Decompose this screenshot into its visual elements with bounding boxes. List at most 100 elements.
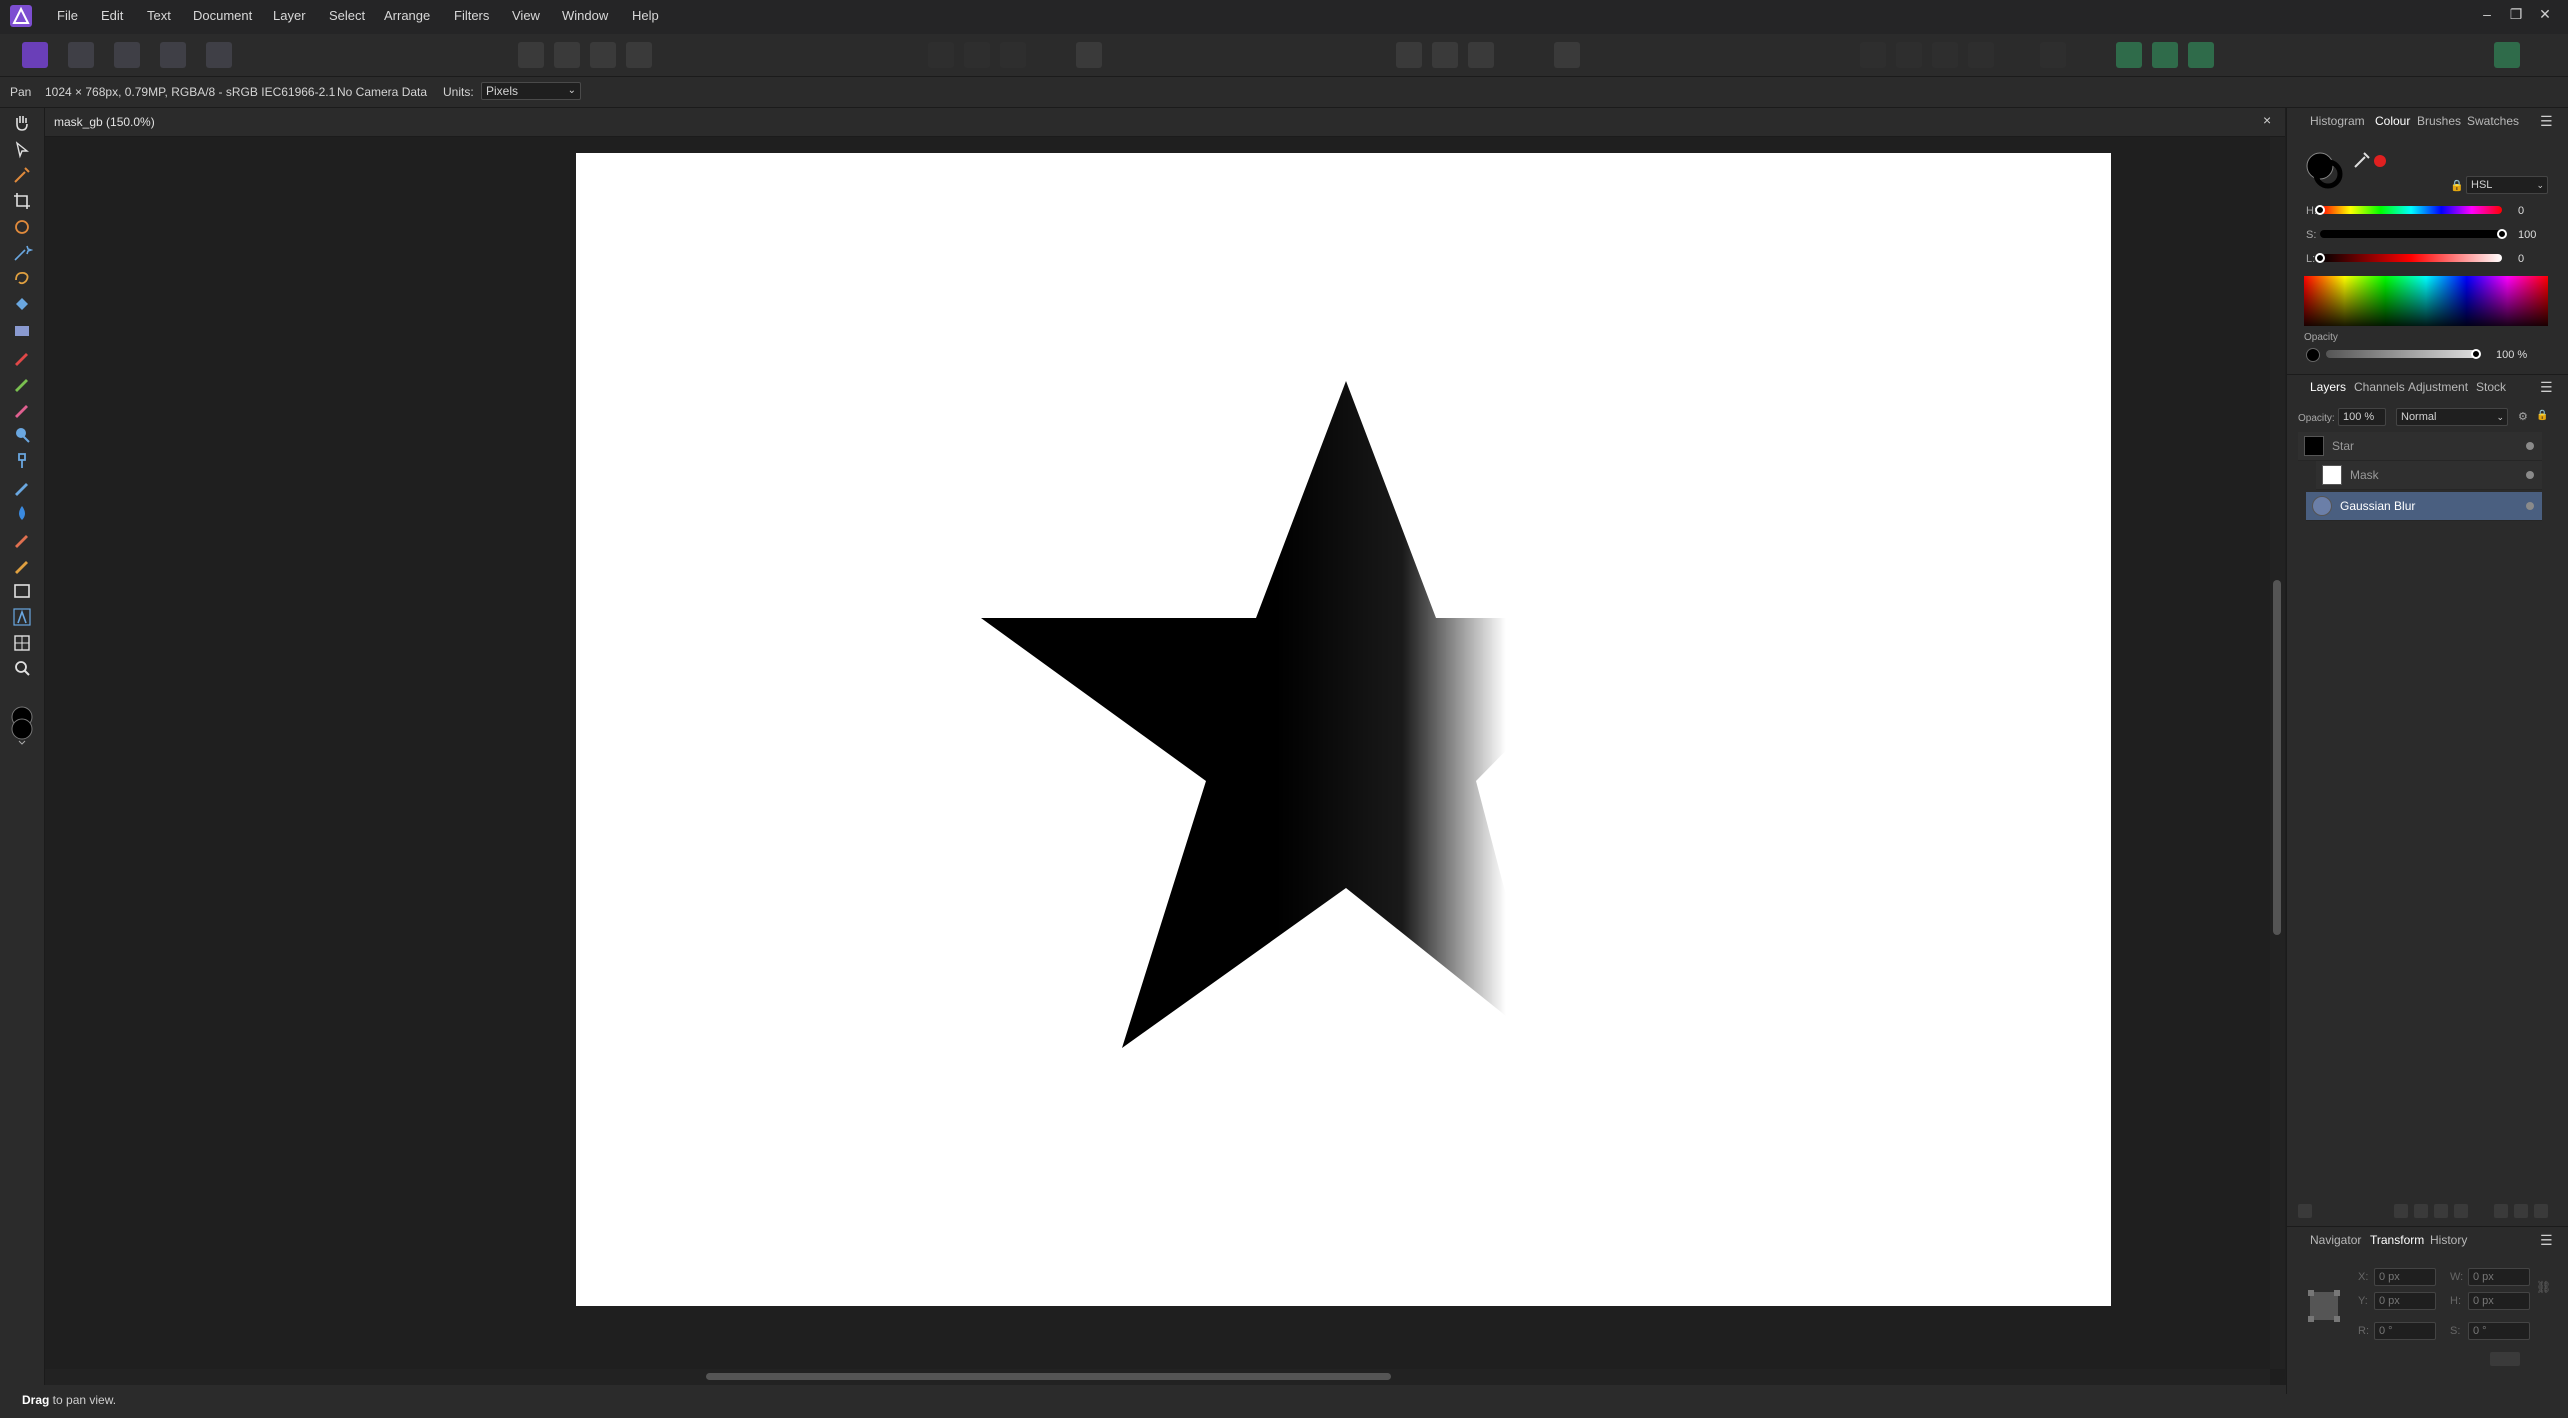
- tab-colour[interactable]: Colour: [2375, 114, 2410, 128]
- erase-brush-tool-icon[interactable]: [11, 398, 33, 420]
- visibility-toggle[interactable]: [2526, 442, 2534, 450]
- mask-layer-icon[interactable]: [2394, 1204, 2408, 1218]
- adjustment-layer-icon[interactable]: [2414, 1204, 2428, 1218]
- menu-layer[interactable]: Layer: [273, 8, 306, 23]
- invert-selection-icon[interactable]: [1000, 42, 1026, 68]
- snapping-icon[interactable]: [1396, 42, 1422, 68]
- tab-swatches[interactable]: Swatches: [2467, 114, 2519, 128]
- saturation-slider-handle[interactable]: [2497, 229, 2507, 239]
- paint-brush-tool-icon[interactable]: [11, 346, 33, 368]
- opacity-value[interactable]: 100 %: [2496, 349, 2527, 361]
- menu-select[interactable]: Select: [329, 8, 365, 23]
- panel-menu-icon[interactable]: ☰: [2540, 1232, 2553, 1249]
- crop-tool-icon[interactable]: [11, 190, 33, 212]
- brush-assistant-icon[interactable]: [1468, 42, 1494, 68]
- primary-secondary-colour-icon[interactable]: [9, 705, 35, 745]
- align-icon[interactable]: [1968, 42, 1994, 68]
- x-field[interactable]: 0 px: [2374, 1268, 2436, 1286]
- units-select[interactable]: Pixels ⌄: [481, 82, 581, 100]
- minimize-button[interactable]: –: [2476, 6, 2498, 22]
- dodge-brush-tool-icon[interactable]: [11, 424, 33, 446]
- quick-mask-icon[interactable]: [1076, 42, 1102, 68]
- auto-levels-icon[interactable]: [518, 42, 544, 68]
- luminosity-slider[interactable]: [2320, 254, 2502, 262]
- document-canvas[interactable]: [576, 153, 2111, 1306]
- add-layer-icon[interactable]: [2514, 1204, 2528, 1218]
- menu-filters[interactable]: Filters: [454, 8, 489, 23]
- flood-select-tool-icon[interactable]: [11, 242, 33, 264]
- affinity-photo-logo-icon[interactable]: [10, 5, 32, 27]
- layer-opacity-field[interactable]: 100 %: [2338, 408, 2386, 426]
- add-group-icon[interactable]: [2494, 1204, 2508, 1218]
- shear-field[interactable]: 0 °: [2468, 1322, 2530, 1340]
- document-tab-title[interactable]: mask_gb (150.0%): [54, 115, 155, 129]
- collaboration-icon[interactable]: [2152, 42, 2178, 68]
- trash-icon[interactable]: [2534, 1204, 2548, 1218]
- layer-row-gaussian-blur[interactable]: Gaussian Blur: [2306, 492, 2542, 521]
- arrange-front-icon[interactable]: [1932, 42, 1958, 68]
- panel-menu-icon[interactable]: ☰: [2540, 379, 2553, 396]
- arrange-back-icon[interactable]: [1860, 42, 1886, 68]
- close-document-button[interactable]: ×: [2263, 112, 2271, 128]
- luminosity-value[interactable]: 0: [2518, 253, 2524, 265]
- layer-options-icon[interactable]: [2298, 1204, 2312, 1218]
- photo-persona-icon[interactable]: [22, 42, 48, 68]
- context-help-icon[interactable]: [1554, 42, 1580, 68]
- blur-brush-tool-icon[interactable]: [11, 476, 33, 498]
- transform-options-icon[interactable]: [2490, 1352, 2520, 1366]
- lock-icon[interactable]: 🔒: [2450, 179, 2464, 192]
- tab-channels[interactable]: Channels: [2354, 380, 2405, 394]
- colour-picker-tool-icon[interactable]: [11, 164, 33, 186]
- auto-white-balance-icon[interactable]: [626, 42, 652, 68]
- auto-colours-icon[interactable]: [590, 42, 616, 68]
- link-icon[interactable]: ⛓: [2536, 1280, 2551, 1294]
- selection-icon[interactable]: [928, 42, 954, 68]
- deselect-icon[interactable]: [964, 42, 990, 68]
- tab-brushes[interactable]: Brushes: [2417, 114, 2461, 128]
- tab-navigator[interactable]: Navigator: [2310, 1233, 2361, 1247]
- tab-transform[interactable]: Transform: [2370, 1233, 2424, 1247]
- clone-brush-tool-icon[interactable]: [11, 450, 33, 472]
- inpainting-brush-tool-icon[interactable]: [11, 528, 33, 550]
- menu-window[interactable]: Window: [562, 8, 608, 23]
- colour-model-select[interactable]: HSL ⌄: [2466, 176, 2548, 194]
- visibility-toggle[interactable]: [2526, 502, 2534, 510]
- y-field[interactable]: 0 px: [2374, 1292, 2436, 1310]
- artistic-text-tool-icon[interactable]: [11, 606, 33, 628]
- zoom-tool-icon[interactable]: [11, 658, 33, 680]
- close-window-button[interactable]: ✕: [2534, 6, 2556, 23]
- luminosity-slider-handle[interactable]: [2315, 253, 2325, 263]
- opacity-slider-handle[interactable]: [2471, 349, 2481, 359]
- gear-icon[interactable]: ⚙: [2518, 410, 2528, 423]
- w-field[interactable]: 0 px: [2468, 1268, 2530, 1286]
- tab-histogram[interactable]: Histogram: [2310, 114, 2365, 128]
- freehand-selection-tool-icon[interactable]: [11, 268, 33, 290]
- flip-icon[interactable]: [2040, 42, 2066, 68]
- tone-mapping-persona-icon[interactable]: [160, 42, 186, 68]
- develop-persona-icon[interactable]: [114, 42, 140, 68]
- gradient-tool-icon[interactable]: [11, 320, 33, 342]
- pixel-layer-icon[interactable]: [2454, 1204, 2468, 1218]
- layer-row-mask[interactable]: Mask: [2316, 461, 2542, 490]
- saturation-value[interactable]: 100: [2518, 229, 2536, 241]
- pixel-tool-icon[interactable]: [11, 372, 33, 394]
- hand-tool-icon[interactable]: [11, 112, 33, 134]
- colour-spectrum[interactable]: [2304, 276, 2548, 326]
- eyedropper-icon[interactable]: [2352, 150, 2372, 170]
- arrange-forward-icon[interactable]: [1896, 42, 1922, 68]
- export-persona-icon[interactable]: [206, 42, 232, 68]
- menu-document[interactable]: Document: [193, 8, 252, 23]
- menu-view[interactable]: View: [512, 8, 540, 23]
- lock-icon[interactable]: 🔒: [2536, 410, 2548, 421]
- hue-slider-handle[interactable]: [2315, 205, 2325, 215]
- menu-arrange[interactable]: Arrange: [384, 8, 430, 23]
- sync-icon[interactable]: [2188, 42, 2214, 68]
- sponge-brush-tool-icon[interactable]: [11, 502, 33, 524]
- liquify-persona-icon[interactable]: [68, 42, 94, 68]
- rectangle-tool-icon[interactable]: [11, 580, 33, 602]
- mesh-warp-tool-icon[interactable]: [11, 632, 33, 654]
- current-colour-dot[interactable]: [2374, 155, 2386, 167]
- panel-menu-icon[interactable]: ☰: [2540, 113, 2553, 130]
- pen-tool-icon[interactable]: [11, 554, 33, 576]
- restore-button[interactable]: ❐: [2505, 6, 2527, 23]
